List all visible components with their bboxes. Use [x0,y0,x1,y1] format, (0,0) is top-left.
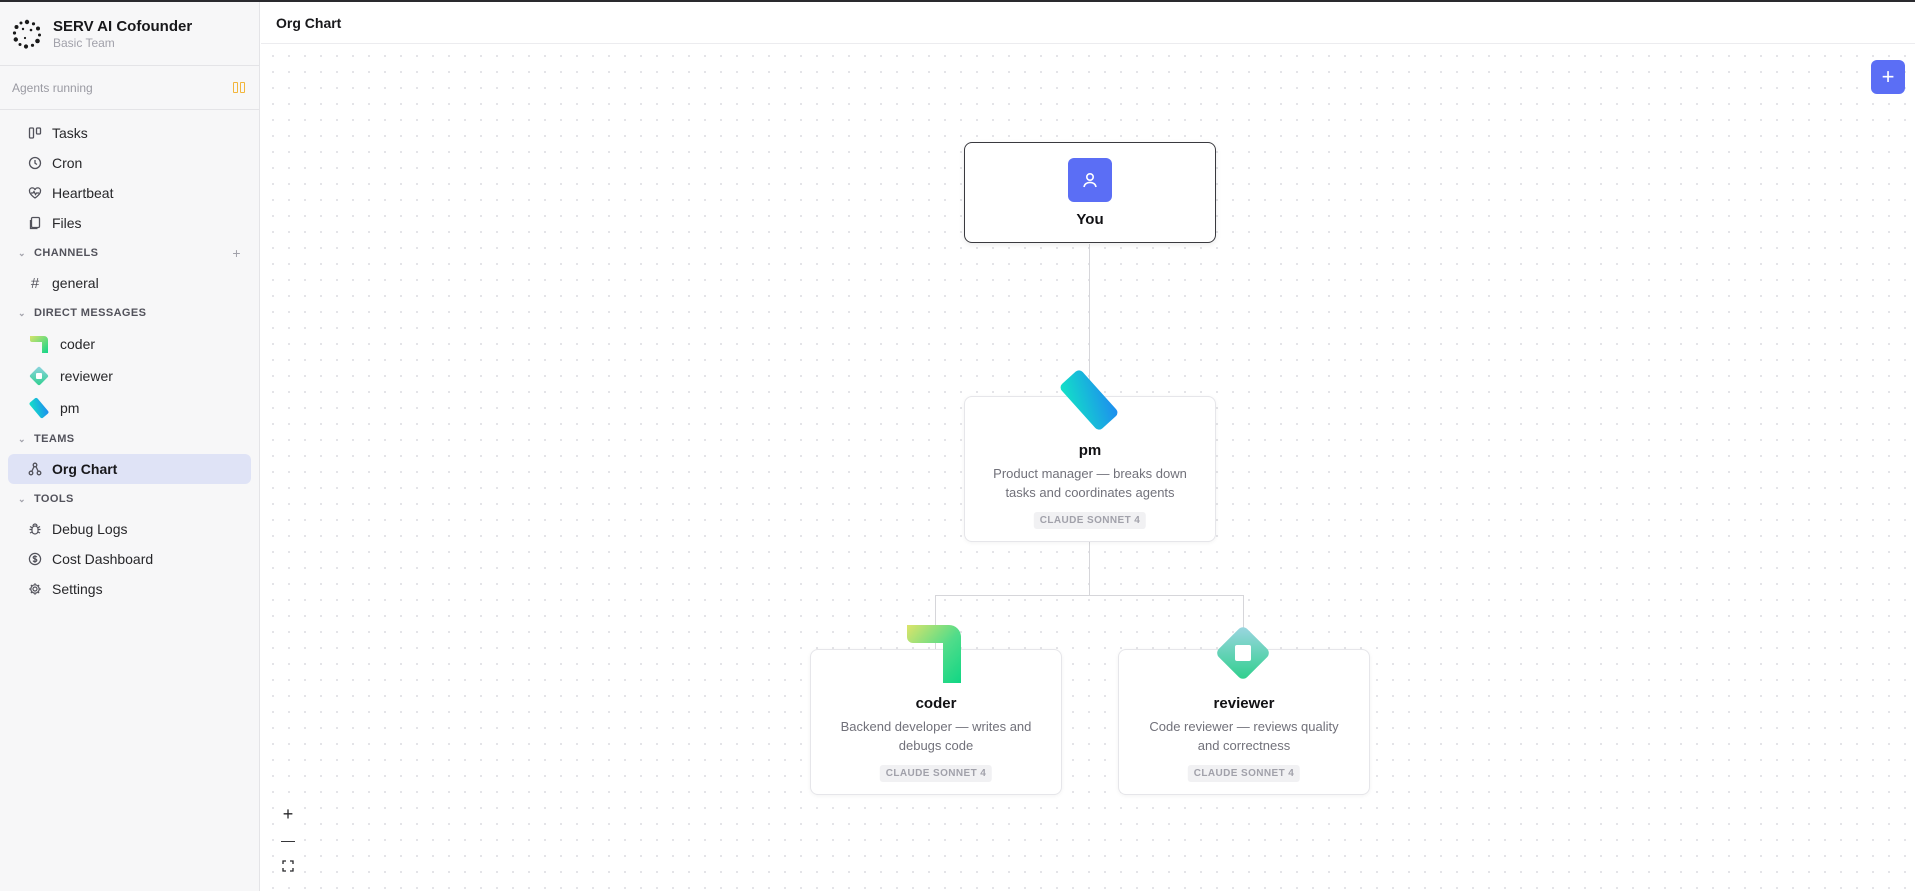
main-nav: Tasks Cron Heartbeat Files ⌄ CHANNELS + [0,110,259,604]
teams-header-label: TEAMS [34,433,75,445]
plus-icon: + [282,803,294,824]
coder-avatar-icon [30,336,48,353]
channels-header-label: CHANNELS [34,247,99,259]
pm-avatar-icon [29,397,49,419]
org-node-you[interactable]: You [964,142,1216,243]
gear-icon [28,582,42,596]
nav-cron-label: Cron [52,155,83,171]
dm-coder-label: coder [60,336,96,352]
model-badge: CLAUDE SONNET 4 [879,765,993,782]
nav-heartbeat[interactable]: Heartbeat [8,178,251,208]
org-node-name: reviewer [1213,695,1275,712]
logo-icon [12,19,41,49]
teams-header[interactable]: ⌄ TEAMS [0,424,259,454]
nav-heartbeat-label: Heartbeat [52,185,114,201]
dm-pm-label: pm [60,400,80,416]
coder-avatar-icon [907,625,961,683]
bug-icon [28,522,42,536]
sidebar: SERV AI Cofounder Basic Team Agents runn… [0,2,260,891]
dm-reviewer[interactable]: reviewer [8,360,251,392]
reviewer-avatar-icon [1217,627,1269,679]
hash-icon: # [30,274,40,292]
nav-org-chart-label: Org Chart [52,461,118,477]
model-badge: CLAUDE SONNET 4 [1187,765,1301,782]
page-header: Org Chart [261,2,1915,44]
org-node-description: Product manager — breaks down tasks and … [993,466,1187,500]
org-node-name: You [1076,211,1104,228]
zoom-out-button[interactable]: — [274,827,302,853]
add-channel-icon[interactable]: + [232,245,241,261]
minus-icon: — [281,832,295,848]
direct-messages-header-label: DIRECT MESSAGES [34,307,147,319]
fit-view-button[interactable] [274,853,302,879]
channel-general-label: general [52,275,99,291]
chevron-down-icon: ⌄ [18,247,26,258]
heartbeat-icon [28,186,42,200]
plus-icon: + [1881,64,1895,89]
nav-files-label: Files [52,215,82,231]
nav-settings[interactable]: Settings [8,574,251,604]
connector-horizontal [935,595,1244,596]
dm-reviewer-label: reviewer [60,368,113,384]
brand[interactable]: SERV AI Cofounder Basic Team [0,2,259,66]
model-badge: CLAUDE SONNET 4 [1033,512,1147,529]
connector-pm-down [1089,541,1090,595]
team-name: Basic Team [53,35,115,50]
tools-header[interactable]: ⌄ TOOLS [0,484,259,514]
reviewer-avatar-icon [29,366,49,386]
pm-avatar-icon [1060,370,1118,430]
org-node-name: coder [915,695,957,712]
channels-header[interactable]: ⌄ CHANNELS + [0,238,259,268]
chevron-down-icon: ⌄ [18,493,26,504]
user-icon [1068,158,1112,202]
app-title: SERV AI Cofounder [53,17,193,35]
dollar-icon [28,552,42,566]
clock-icon [28,156,42,170]
dm-pm[interactable]: pm [8,392,251,424]
tools-header-label: TOOLS [34,493,74,505]
zoom-in-button[interactable]: + [274,801,302,827]
nav-cost-dashboard[interactable]: Cost Dashboard [8,544,251,574]
nav-tasks-label: Tasks [52,125,88,141]
nav-cron[interactable]: Cron [8,148,251,178]
add-agent-button[interactable]: + [1871,60,1905,94]
org-node-description: Code reviewer — reviews quality and corr… [1149,719,1339,753]
channel-general[interactable]: # general [8,268,251,298]
chevron-down-icon: ⌄ [18,307,26,318]
nav-debug-logs-label: Debug Logs [52,521,128,537]
org-chart-icon [28,462,42,476]
agents-status: Agents running [0,66,259,110]
nav-files[interactable]: Files [8,208,251,238]
dm-coder[interactable]: coder [8,328,251,360]
org-node-description: Backend developer — writes and debugs co… [840,719,1032,753]
direct-messages-header[interactable]: ⌄ DIRECT MESSAGES [0,298,259,328]
pause-icon[interactable] [233,81,247,94]
files-icon [28,216,42,230]
agents-running-label: Agents running [12,80,93,95]
nav-org-chart[interactable]: Org Chart [8,454,251,484]
nav-debug-logs[interactable]: Debug Logs [8,514,251,544]
fullscreen-icon [282,860,294,872]
page-title: Org Chart [276,14,342,31]
org-node-name: pm [1078,442,1102,459]
nav-settings-label: Settings [52,581,103,597]
chevron-down-icon: ⌄ [18,433,26,444]
nav-tasks[interactable]: Tasks [8,118,251,148]
zoom-controls: + — [274,801,302,879]
nav-cost-dashboard-label: Cost Dashboard [52,551,154,567]
tasks-icon [28,126,42,140]
